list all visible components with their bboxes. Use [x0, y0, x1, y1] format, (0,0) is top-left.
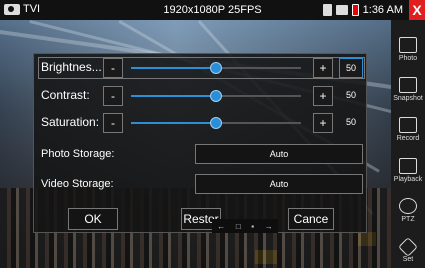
sidebar-label: Set: [402, 256, 414, 263]
photo-storage-select[interactable]: Auto: [195, 144, 363, 164]
sidebar-item-photo[interactable]: Photo: [391, 37, 425, 62]
contrast-decrease-button[interactable]: -: [103, 86, 123, 106]
sidebar-item-playback[interactable]: Playback: [391, 158, 425, 183]
brightness-row: Brightnes... - + 50: [34, 57, 368, 79]
pause-icon[interactable]: ▪: [251, 222, 254, 231]
ptz-icon: [399, 198, 417, 214]
close-button[interactable]: X: [409, 0, 425, 20]
saturation-decrease-button[interactable]: -: [103, 113, 123, 133]
media-control-bar: ← □ ▪ →: [212, 219, 278, 233]
sidebar-item-record[interactable]: Record: [391, 117, 425, 142]
sidebar-label: Record: [396, 135, 420, 142]
record-icon: [399, 117, 417, 133]
contrast-value[interactable]: 50: [339, 86, 363, 106]
brightness-increase-button[interactable]: +: [313, 58, 333, 78]
status-bar: TVI 1920x1080P 25FPS 1:36 AM X: [0, 0, 425, 20]
saturation-value[interactable]: 50: [339, 113, 363, 133]
next-icon[interactable]: →: [265, 222, 273, 231]
contrast-slider[interactable]: [131, 90, 301, 102]
photo-icon: [399, 37, 417, 53]
battery-icon: [351, 4, 359, 16]
video-storage-label: Video Storage:: [41, 178, 114, 190]
sidebar-label: Photo: [398, 55, 418, 62]
sidebar-item-snapshot[interactable]: Snapshot: [391, 77, 425, 102]
brightness-label: Brightnes...: [41, 60, 102, 74]
stop-icon[interactable]: □: [236, 222, 241, 231]
saturation-increase-button[interactable]: +: [313, 113, 333, 133]
sidebar: Photo Snapshot Record Playback PTZ Set: [391, 20, 425, 268]
video-storage-select[interactable]: Auto: [195, 174, 363, 194]
sidebar-item-ptz[interactable]: PTZ: [391, 198, 425, 223]
brightness-value[interactable]: 50: [339, 58, 363, 78]
playback-icon: [399, 158, 417, 174]
saturation-slider-thumb[interactable]: [210, 117, 222, 129]
sidebar-label: Snapshot: [393, 95, 423, 102]
snapshot-icon: [399, 77, 417, 93]
contrast-slider-thumb[interactable]: [210, 90, 222, 102]
sd-card-icon: [322, 4, 332, 16]
contrast-row: Contrast: - + 50: [34, 85, 368, 107]
previous-icon[interactable]: ←: [217, 222, 225, 231]
clock: 1:36 AM: [362, 4, 403, 16]
saturation-row: Saturation: - + 50: [34, 112, 368, 134]
brightness-decrease-button[interactable]: -: [103, 58, 123, 78]
settings-icon: [398, 237, 418, 257]
image-settings-dialog: Brightnes... - + 50 Contrast: - + 50 Sat…: [33, 53, 367, 233]
brightness-slider-thumb[interactable]: [210, 62, 222, 74]
sidebar-item-set[interactable]: Set: [391, 237, 425, 263]
saturation-label: Saturation:: [41, 115, 100, 129]
sidebar-label: PTZ: [401, 216, 415, 223]
network-icon: [335, 5, 348, 15]
sidebar-label: Playback: [393, 176, 423, 183]
contrast-label: Contrast:: [41, 88, 90, 102]
cancel-button[interactable]: Cance: [288, 208, 334, 230]
contrast-increase-button[interactable]: +: [313, 86, 333, 106]
photo-storage-label: Photo Storage:: [41, 148, 115, 160]
brightness-slider[interactable]: [131, 62, 301, 74]
ok-button[interactable]: OK: [68, 208, 118, 230]
saturation-slider[interactable]: [131, 117, 301, 129]
